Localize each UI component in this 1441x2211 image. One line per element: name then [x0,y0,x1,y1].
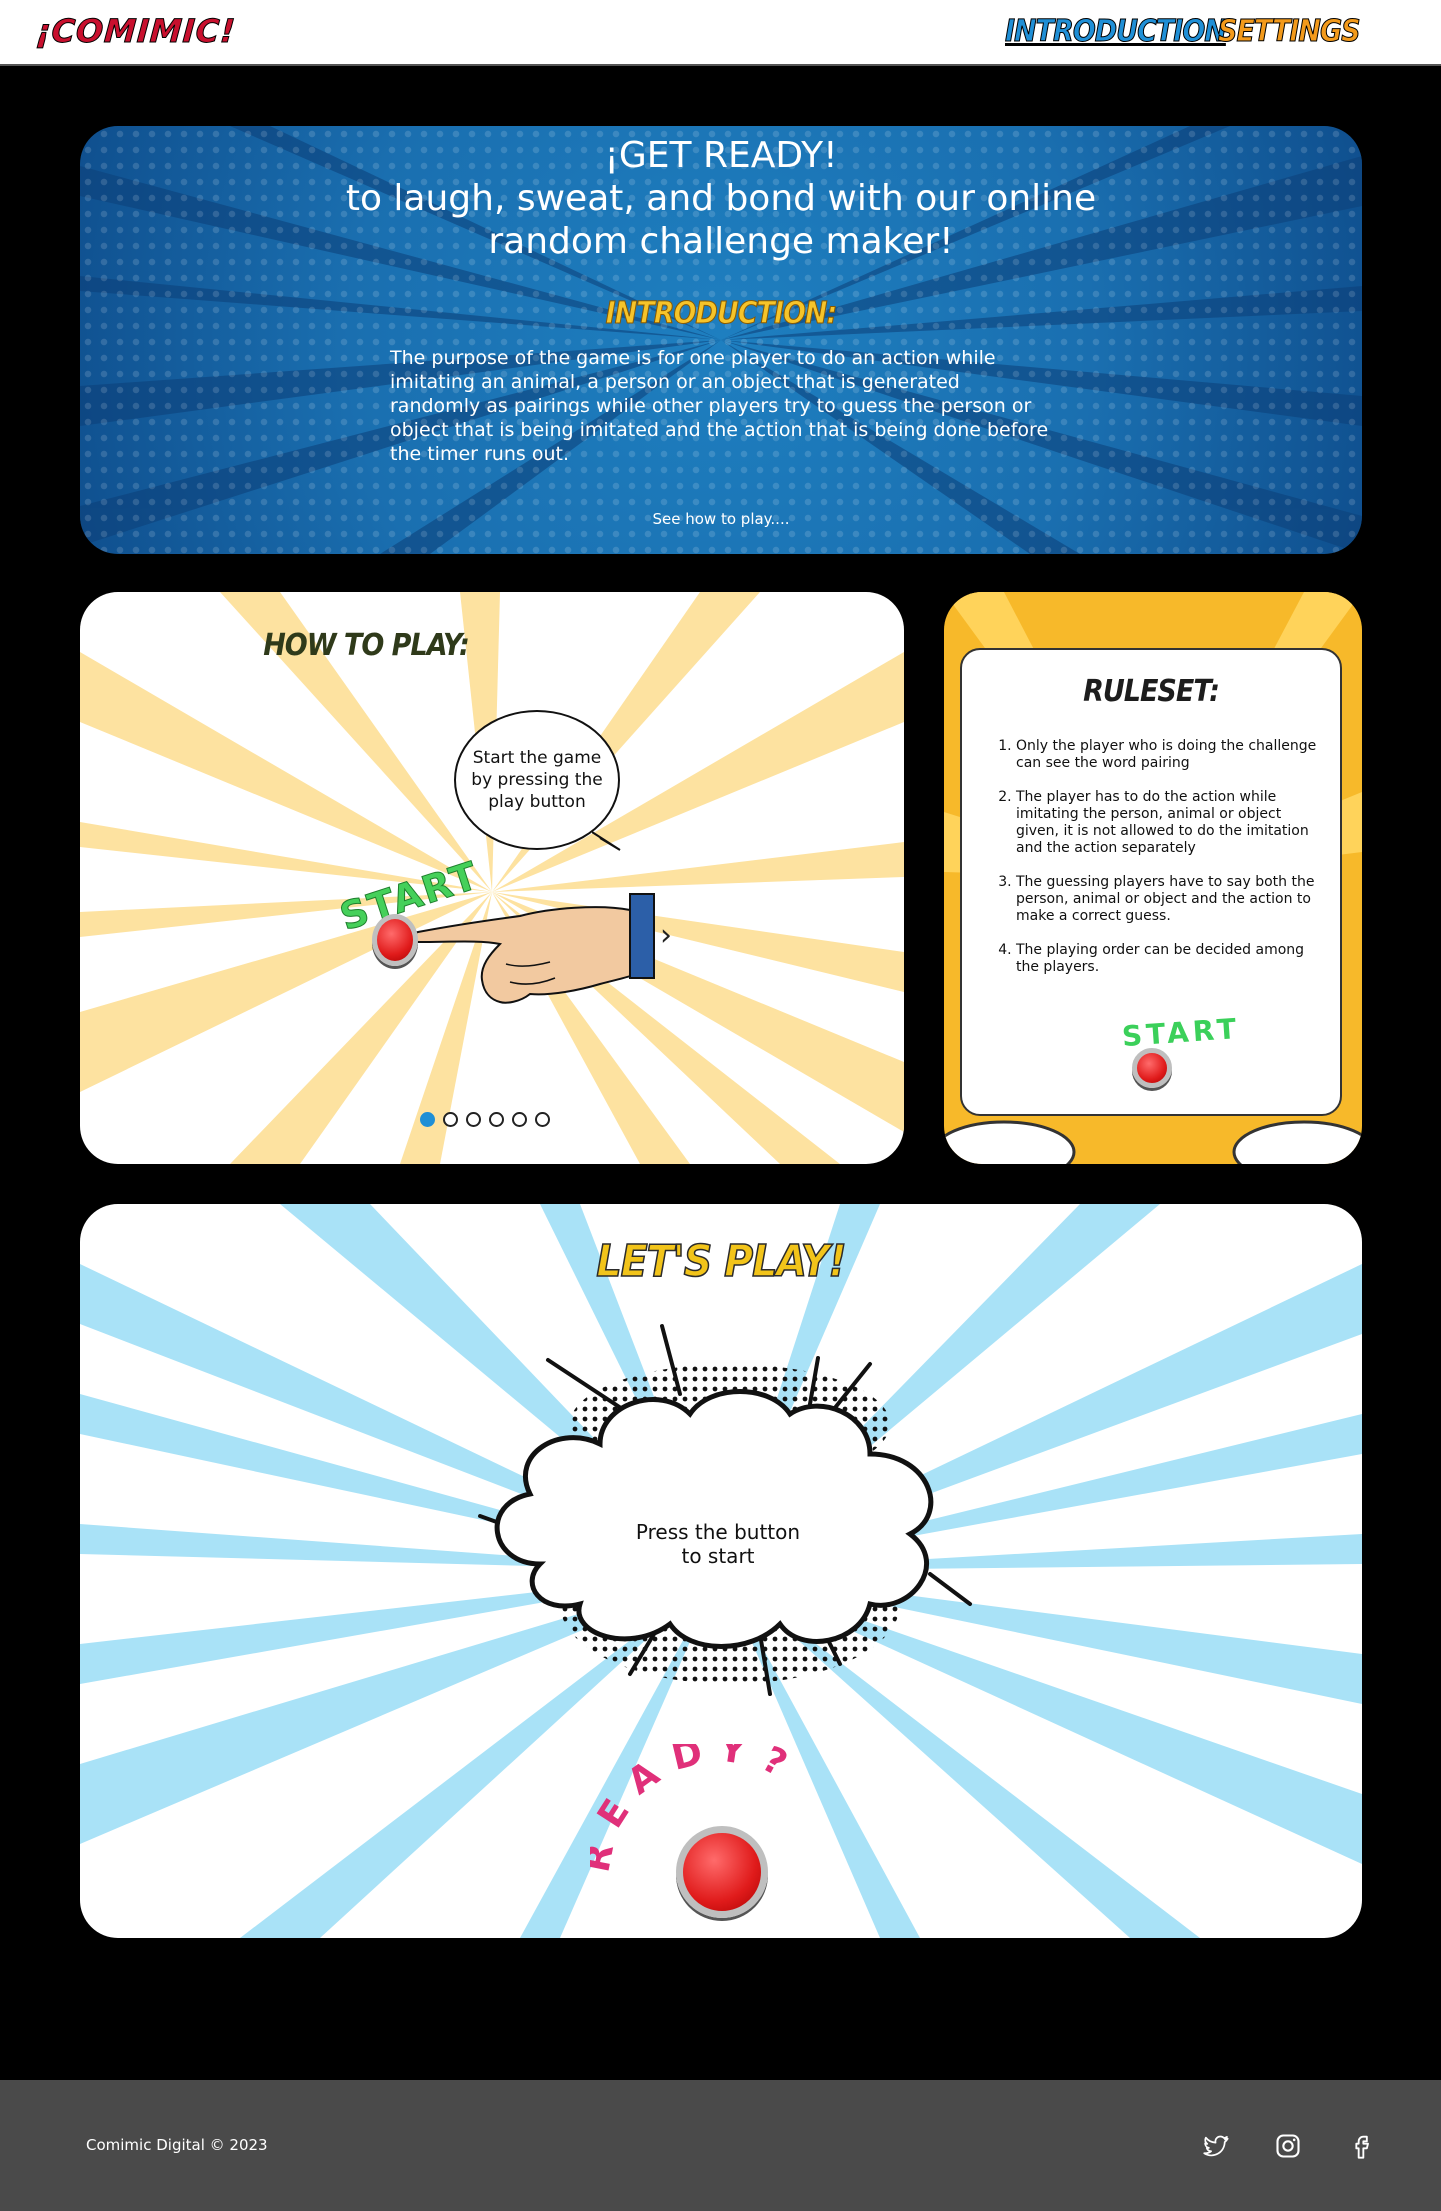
intro-description: The purpose of the game is for one playe… [390,347,1049,465]
carousel-indicators [420,1112,550,1127]
start-label: START [1120,1011,1242,1054]
comic-cloud [478,1324,972,1696]
nav-link-introduction[interactable]: INTRODUCTION [1005,14,1228,50]
carousel-dot[interactable] [512,1112,527,1127]
cloud-text-line1: Press the button [635,1520,801,1544]
lets-play-panel: LET'S PLAY! Press the button to start EA… [80,1204,1362,1938]
ruleset-card: RULESET: Only the player who is doing th… [960,648,1342,1116]
carousel-dot[interactable] [443,1112,458,1127]
play-button[interactable] [676,1826,768,1918]
intro-title-line1: ¡GET READY! [604,135,838,176]
carousel-dot[interactable] [420,1112,435,1127]
cloud-text: Press the button to start [580,1520,856,1568]
carousel-next-arrow-icon[interactable]: › [660,918,672,953]
carousel-dot[interactable] [535,1112,550,1127]
site-logo[interactable]: ¡COMIMIC! [34,12,238,51]
cloud-text-line2: to start [681,1544,755,1568]
rule-item: The guessing players have to say both th… [1016,874,1328,925]
twitter-icon[interactable] [1202,2132,1230,2160]
speech-bubble-tail [592,831,621,851]
start-button[interactable] [1132,1048,1172,1088]
carousel-dot[interactable] [466,1112,481,1127]
intro-heading: INTRODUCTION: [605,296,838,332]
comic-rays-yellow [80,592,904,1164]
facebook-icon[interactable] [1347,2132,1375,2160]
footer: Comimic Digital © 2023 [0,2080,1441,2211]
rule-item: The playing order can be decided among t… [1016,942,1328,976]
start-button-illustration [372,914,418,966]
carousel-dot[interactable] [489,1112,504,1127]
rules-list: Only the player who is doing the challen… [1016,738,1328,993]
copyright-text: Comimic Digital © 2023 [86,2136,268,2154]
nav-link-settings[interactable]: SETTINGS [1218,14,1362,50]
instagram-icon[interactable] [1274,2132,1302,2160]
ruleset-panel: RULESET: Only the player who is doing th… [944,592,1362,1164]
how-to-play-title: HOW TO PLAY: [263,628,470,663]
top-nav: ¡COMIMIC! INTRODUCTION SETTINGS [0,0,1441,66]
intro-panel: ¡GET READY! to laugh, sweat, and bond wi… [80,126,1362,554]
rule-item: The player has to do the action while im… [1016,789,1328,857]
lets-play-title: LET'S PLAY! [596,1235,848,1288]
intro-title-line2: to laugh, sweat, and bond with our onlin… [345,178,1097,262]
see-how-to-play-link[interactable]: See how to play.... [80,510,1362,528]
intro-title: ¡GET READY! to laugh, sweat, and bond wi… [80,134,1362,263]
how-to-play-panel: HOW TO PLAY: Start the game by pressing … [80,592,904,1164]
ruleset-title: RULESET: [1083,674,1220,709]
rule-item: Only the player who is doing the challen… [1016,738,1328,772]
